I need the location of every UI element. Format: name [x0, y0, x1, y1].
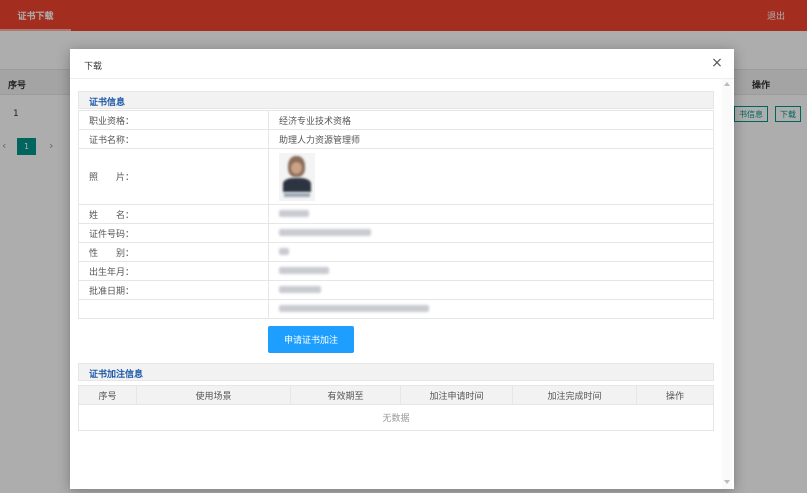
table-row [78, 299, 714, 319]
scroll-down-icon[interactable] [724, 480, 730, 484]
field-value-redacted [268, 242, 714, 262]
close-icon[interactable]: × [710, 55, 724, 71]
annotation-info-section-header: 证书加注信息 [78, 363, 714, 381]
dialog-title: 下载 [84, 62, 103, 72]
field-value-redacted [268, 223, 714, 243]
field-label: 证书名称： [78, 129, 269, 149]
field-label: 姓 名： [78, 204, 269, 224]
table-row: 性 别： [78, 242, 714, 262]
download-dialog: 下载 × 证书信息 职业资格： 经济专业技术资格 证书名称： 助理人力资源管理师… [70, 49, 734, 489]
dialog-header: 下载 × [70, 49, 734, 79]
certificate-info-section-header: 证书信息 [78, 91, 714, 109]
field-value-redacted [268, 261, 714, 281]
table-header-row: 序号 使用场景 有效期至 加注申请时间 加注完成时间 操作 [78, 385, 714, 405]
column-header: 加注申请时间 [400, 385, 513, 405]
field-value-redacted [268, 299, 714, 319]
section-title: 证书加注信息 [89, 370, 144, 380]
table-row: 无数据 [78, 404, 714, 431]
certificate-info-table: 职业资格： 经济专业技术资格 证书名称： 助理人力资源管理师 照 片： 姓 名：… [78, 110, 714, 319]
field-value: 经济专业技术资格 [268, 110, 714, 130]
empty-state-text: 无数据 [78, 404, 714, 431]
photo-cell [268, 148, 714, 205]
field-label: 照 片： [78, 148, 269, 205]
table-row: 姓 名： [78, 204, 714, 224]
field-label: 批准日期： [78, 280, 269, 300]
id-photo [279, 152, 315, 201]
field-label [78, 299, 269, 319]
field-label: 出生年月： [78, 261, 269, 281]
field-value-redacted [268, 280, 714, 300]
field-value: 助理人力资源管理师 [268, 129, 714, 149]
annotation-table: 序号 使用场景 有效期至 加注申请时间 加注完成时间 操作 无数据 [78, 385, 714, 431]
column-header: 加注完成时间 [512, 385, 637, 405]
field-value-redacted [268, 204, 714, 224]
field-label: 职业资格： [78, 110, 269, 130]
apply-certificate-annotation-button[interactable]: 申请证书加注 [268, 326, 354, 353]
column-header: 序号 [78, 385, 137, 405]
table-row: 照 片： [78, 148, 714, 205]
column-header: 有效期至 [290, 385, 401, 405]
field-label: 证件号码： [78, 223, 269, 243]
table-row: 出生年月： [78, 261, 714, 281]
dialog-scrollbar[interactable] [722, 79, 732, 489]
column-header: 操作 [636, 385, 714, 405]
scroll-up-icon[interactable] [724, 82, 730, 86]
table-row: 职业资格： 经济专业技术资格 [78, 110, 714, 130]
table-row: 证件号码： [78, 223, 714, 243]
table-row: 批准日期： [78, 280, 714, 300]
section-title: 证书信息 [89, 98, 126, 108]
field-label: 性 别： [78, 242, 269, 262]
column-header: 使用场景 [136, 385, 291, 405]
table-row: 证书名称： 助理人力资源管理师 [78, 129, 714, 149]
